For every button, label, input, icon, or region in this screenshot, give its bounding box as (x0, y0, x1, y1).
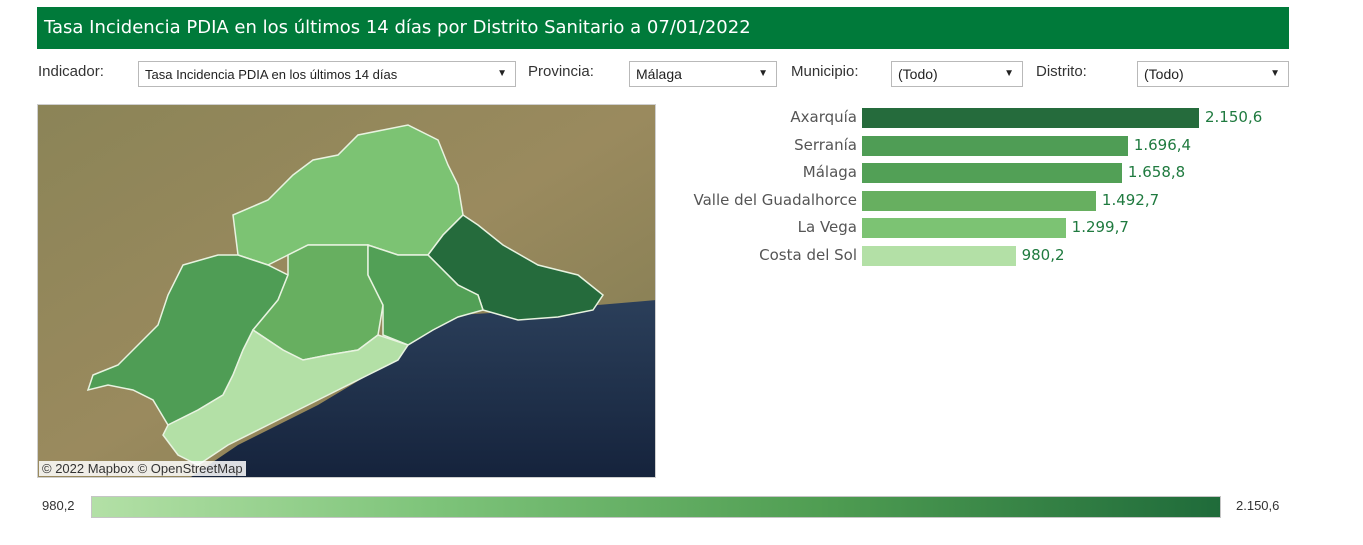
bar[interactable] (862, 135, 1128, 156)
municipio-label: Municipio: (791, 63, 859, 80)
municipio-value: (Todo) (898, 66, 938, 82)
bar[interactable] (862, 190, 1096, 211)
indicador-label: Indicador: (38, 63, 104, 80)
bar-category-label: Costa del Sol (759, 246, 857, 264)
map-svg[interactable] (38, 105, 656, 478)
bar-value-label: 2.150,6 (1205, 108, 1263, 126)
bar-chart: Axarquía 2.150,6 Serranía 1.696,4 Málaga 1.65… (660, 104, 1300, 284)
bar-value-label: 1.492,7 (1101, 190, 1160, 209)
provincia-select[interactable]: Málaga ▼ (629, 61, 777, 87)
chevron-down-icon: ▼ (497, 68, 507, 79)
bar-value-label: 1.299,7 (1071, 218, 1129, 237)
legend-max-label: 2.150,6 (1236, 498, 1280, 513)
indicador-select[interactable]: Tasa Incidencia PDIA en los últimos 14 d… (138, 61, 516, 87)
bar-value-label: 1.696,4 (1133, 135, 1192, 154)
color-scale-legend (91, 496, 1221, 518)
chevron-down-icon: ▼ (1004, 68, 1014, 79)
legend-min-label: 980,2 (42, 498, 75, 513)
municipio-select[interactable]: (Todo) ▼ (891, 61, 1023, 87)
map-attribution[interactable]: © 2022 Mapbox © OpenStreetMap (39, 461, 246, 476)
indicador-value: Tasa Incidencia PDIA en los últimos 14 d… (145, 67, 398, 82)
bar-value-label: 1.658,8 (1127, 163, 1186, 182)
distrito-label: Distrito: (1036, 63, 1087, 80)
provincia-value: Málaga (636, 66, 682, 82)
bar-value-label: 980,2 (1021, 246, 1065, 264)
bar[interactable] (862, 108, 1199, 128)
bar-category-label: Málaga (802, 163, 857, 182)
bar[interactable] (862, 163, 1122, 184)
chevron-down-icon: ▼ (1270, 68, 1280, 79)
bar-category-label: Serranía (794, 135, 857, 154)
provincia-label: Provincia: (528, 63, 594, 80)
distrito-value: (Todo) (1144, 66, 1184, 82)
bar-category-label: Valle del Guadalhorce (693, 190, 857, 209)
dashboard-title: Tasa Incidencia PDIA en los últimos 14 d… (37, 7, 1289, 49)
bar[interactable] (862, 246, 1016, 266)
chevron-down-icon: ▼ (758, 68, 768, 79)
bar[interactable] (862, 218, 1066, 239)
bar-category-label: La Vega (797, 218, 857, 237)
bar-category-label: Axarquía (790, 108, 857, 126)
distrito-select[interactable]: (Todo) ▼ (1137, 61, 1289, 87)
district-map[interactable]: © 2022 Mapbox © OpenStreetMap (37, 104, 656, 478)
